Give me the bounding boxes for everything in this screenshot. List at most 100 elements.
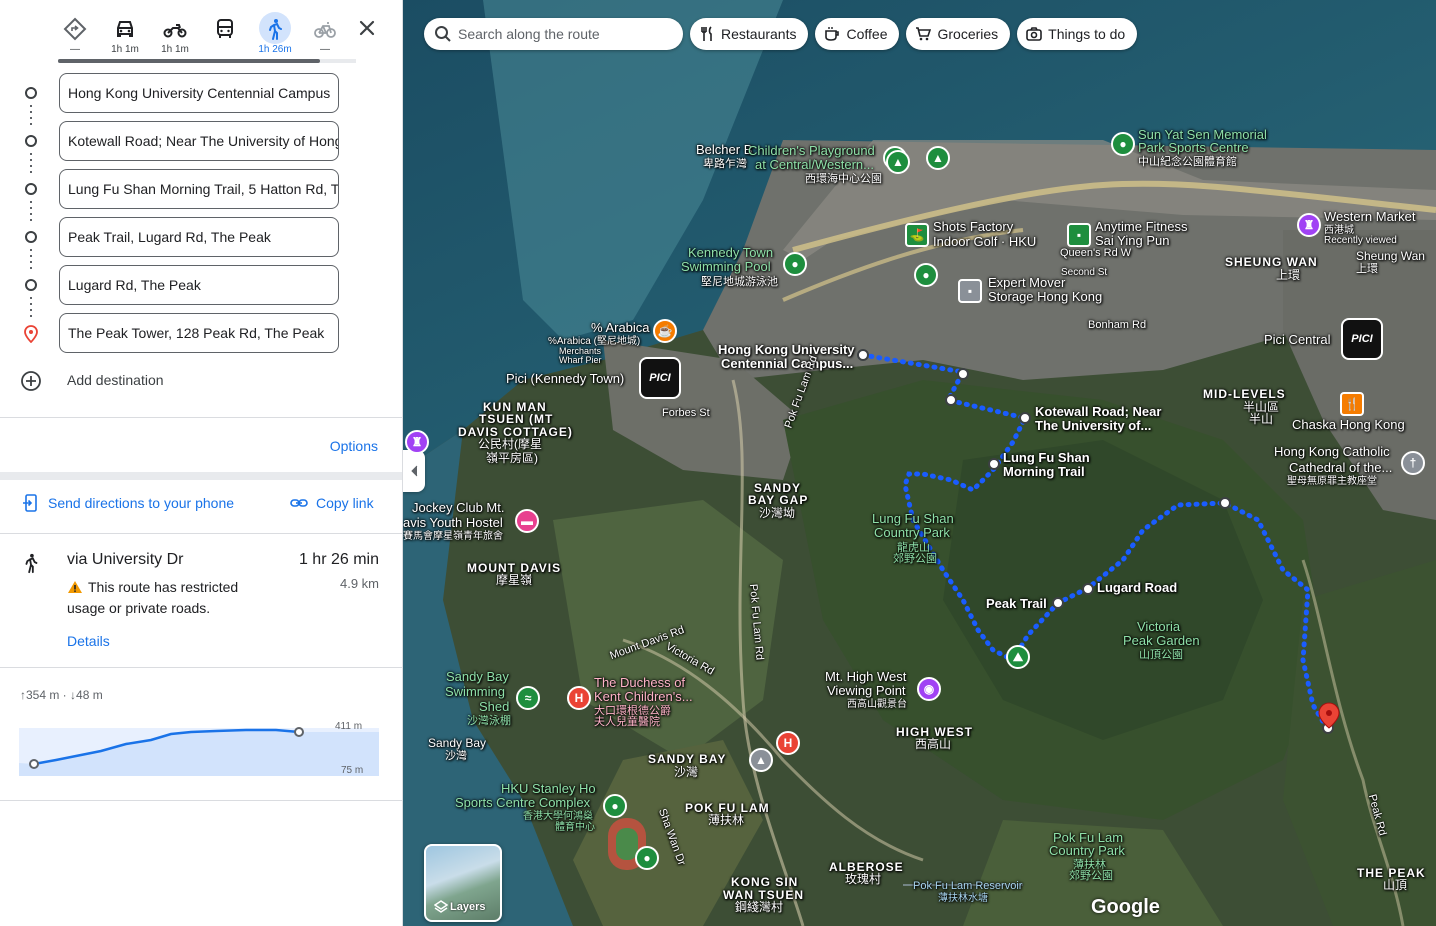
close-directions-button[interactable] <box>355 16 379 40</box>
stop-input[interactable]: Peak Trail, Lugard Rd, The Peak <box>59 217 339 257</box>
add-destination-button[interactable]: Add destination <box>0 360 402 400</box>
restaurant-marker[interactable]: 🍴 <box>1340 392 1364 416</box>
map-label: 沙灣泳棚 <box>467 715 511 727</box>
map-label: BAY GAP <box>748 493 809 507</box>
route-duration: 1 hr 26 min <box>298 551 379 568</box>
map-label: Wharf Pier <box>559 355 602 365</box>
map-label: Kennedy Town <box>688 245 774 260</box>
hospital-marker[interactable]: H <box>567 686 591 710</box>
groceries-chip[interactable]: Groceries <box>906 18 1011 50</box>
coffee-marker[interactable]: ☕ <box>653 319 677 343</box>
sports-centre-marker[interactable]: ● <box>1111 132 1135 156</box>
route-waypoint-marker[interactable] <box>1052 597 1064 609</box>
bicycle-icon <box>314 22 336 38</box>
chevron-left-icon <box>411 465 418 477</box>
map-label: 堅尼地城游泳池 <box>701 276 778 288</box>
route-option-card[interactable]: via University Dr 1 hr 26 min 4.9 km Thi… <box>0 534 402 668</box>
mode-scroll-thumb[interactable] <box>58 59 320 63</box>
mode-driving-label: 1h 1m <box>111 44 139 55</box>
coffee-chip[interactable]: Coffee <box>815 18 900 50</box>
hiking-marker[interactable]: ⛰ <box>1006 645 1030 669</box>
map-label: MID-LEVELS <box>1203 387 1286 401</box>
stop-input[interactable]: Kotewall Road; Near The University of Ho… <box>59 121 339 161</box>
map-label: Shots Factory <box>933 219 1014 234</box>
mode-motorcycle-button[interactable]: 1h 1m <box>150 10 200 56</box>
route-waypoint-marker[interactable] <box>1219 497 1231 509</box>
map-label: Children's Playground <box>748 143 875 158</box>
stop-row: Peak Trail, Lugard Rd, The Peak <box>0 217 402 271</box>
map-label: Country Park <box>1049 843 1125 858</box>
send-to-phone-link[interactable]: Send directions to your phone <box>22 494 234 512</box>
mode-transit-button[interactable] <box>200 10 250 56</box>
copy-link-button[interactable]: Copy link <box>290 494 374 512</box>
section-separator <box>0 472 402 480</box>
waypoint-circle-icon <box>25 231 37 243</box>
swimming-pool-marker[interactable]: ● <box>783 252 807 276</box>
route-waypoint-marker[interactable] <box>945 394 957 406</box>
park-marker[interactable]: ▲ <box>926 146 950 170</box>
section-divider <box>0 800 402 801</box>
map-label: 山頂公園 <box>1139 649 1183 661</box>
map-label: Forbes St <box>662 407 710 419</box>
map-label: Sheung Wan <box>1356 249 1425 263</box>
hostel-marker[interactable]: ▬ <box>515 509 539 533</box>
route-waypoint-marker[interactable] <box>957 368 969 380</box>
map-label: Cathedral of the... <box>1289 460 1393 475</box>
map-label: 郊野公園 <box>1069 870 1113 882</box>
hospital-marker[interactable]: H <box>776 731 800 755</box>
search-placeholder: Search along the route <box>458 26 600 42</box>
coffee-icon <box>825 27 840 41</box>
coffee-label: Coffee <box>846 26 888 42</box>
field-marker[interactable]: ● <box>635 846 659 870</box>
layers-button[interactable]: Layers <box>424 844 502 922</box>
stop-input[interactable]: Lung Fu Shan Morning Trail, 5 Hatton Rd,… <box>59 169 339 209</box>
stop-input[interactable]: Hong Kong University Centennial Campus <box>59 73 339 113</box>
things-to-do-chip[interactable]: Things to do <box>1017 18 1138 50</box>
route-waypoint-marker[interactable] <box>1082 583 1094 595</box>
map-label: Country Park <box>874 525 950 540</box>
mode-walking-button[interactable]: 1h 26m <box>250 10 300 56</box>
travel-mode-bar: — 1h 1m 1h 1m 1h 26m — <box>50 10 356 64</box>
church-marker[interactable]: † <box>1401 451 1425 475</box>
map-label: The Duchess of <box>594 675 686 690</box>
mode-best-button[interactable]: — <box>50 10 100 56</box>
stop-row: Lugard Rd, The Peak <box>0 265 402 319</box>
elevation-start-marker <box>29 759 39 769</box>
route-details-link[interactable]: Details <box>67 633 110 649</box>
stop-input[interactable]: Lugard Rd, The Peak <box>59 265 339 305</box>
sports-centre-marker[interactable]: ● <box>603 794 627 818</box>
pici-kennedy-marker[interactable]: PICI <box>639 357 681 399</box>
collapse-panel-button[interactable] <box>403 450 425 492</box>
park-marker[interactable]: ▲ <box>886 150 910 174</box>
map-label: 賽馬會摩星嶺青年旅舍 <box>403 531 503 542</box>
map-label: 西高山 <box>915 737 952 751</box>
swim-shed-marker[interactable]: ≈ <box>516 686 540 710</box>
map-label: Queen's Rd W <box>1060 247 1132 259</box>
route-waypoint-marker[interactable] <box>1019 412 1031 424</box>
mode-driving-button[interactable]: 1h 1m <box>100 10 150 56</box>
route-waypoint-marker[interactable] <box>988 458 1000 470</box>
storage-marker[interactable]: ▪ <box>958 279 982 303</box>
stop-row-destination: The Peak Tower, 128 Peak Rd, The Peak <box>0 313 402 353</box>
pici-central-marker[interactable]: PICI <box>1341 318 1383 360</box>
route-waypoint-marker[interactable] <box>857 349 869 361</box>
destination-input[interactable]: The Peak Tower, 128 Peak Rd, The Peak <box>59 313 339 353</box>
mode-cycling-button[interactable]: — <box>300 10 350 56</box>
map-label: Storage Hong Kong <box>988 289 1103 304</box>
close-icon <box>359 20 375 36</box>
map-canvas[interactable]: Search along the route Restaurants Coffe… <box>403 0 1436 926</box>
school-marker[interactable]: ▲ <box>749 748 773 772</box>
map-label: Western Market <box>1324 209 1416 224</box>
directions-panel: — 1h 1m 1h 1m 1h 26m — Hong Kong Univers… <box>0 0 403 926</box>
market-marker[interactable]: ♜ <box>1297 213 1321 237</box>
viewpoint-marker[interactable]: ◉ <box>917 677 941 701</box>
options-link[interactable]: Options <box>330 438 378 454</box>
place-marker[interactable]: ● <box>914 263 938 287</box>
search-along-route-input[interactable]: Search along the route <box>424 18 683 50</box>
attraction-marker[interactable]: ♜ <box>405 430 429 454</box>
restaurants-chip[interactable]: Restaurants <box>690 18 809 50</box>
gym-marker[interactable]: ▪ <box>1067 223 1091 247</box>
golf-marker[interactable]: ⛳ <box>905 223 929 247</box>
map-label: 玫瑰村 <box>845 872 882 886</box>
search-icon <box>435 26 451 42</box>
